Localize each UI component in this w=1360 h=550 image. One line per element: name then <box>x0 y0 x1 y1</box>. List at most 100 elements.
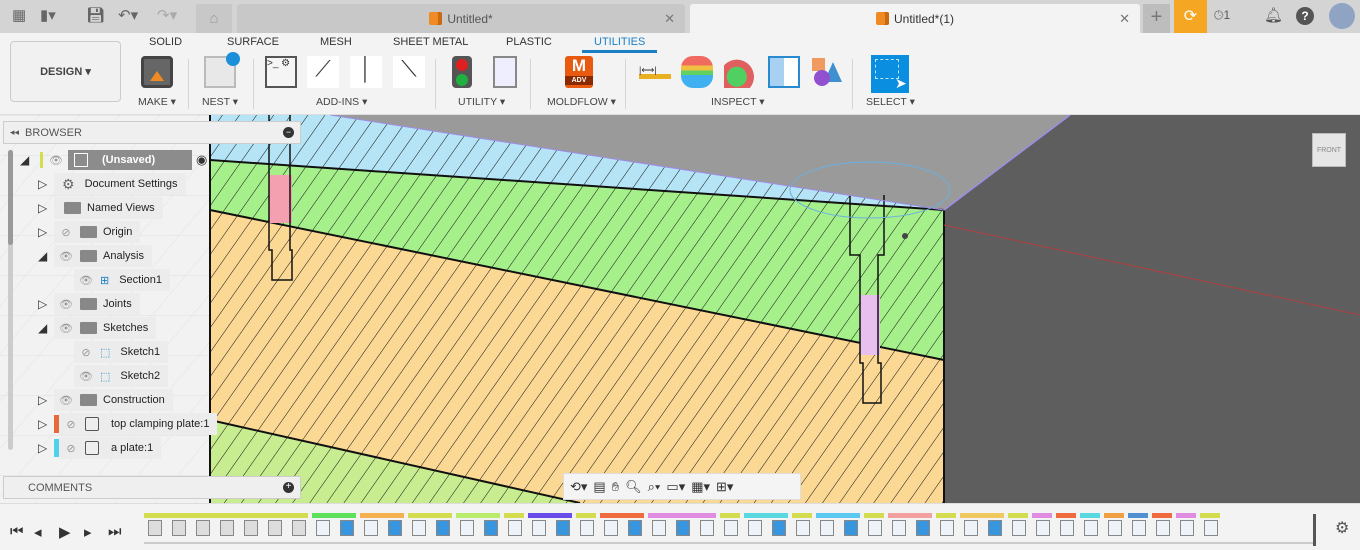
file-menu-icon[interactable]: ▮▾ <box>40 6 56 26</box>
extrude-feature-icon[interactable] <box>388 520 402 536</box>
close-tab-icon[interactable]: ✕ <box>1119 11 1130 27</box>
tab-plastic[interactable]: PLASTIC <box>506 36 552 48</box>
extrude-feature-icon[interactable] <box>916 520 930 536</box>
browser-item[interactable]: 👁︎ ⊞ Section1 <box>74 269 171 291</box>
sketch-feature-icon[interactable] <box>604 520 618 536</box>
expanded-icon[interactable]: ◢ <box>20 153 40 167</box>
timeline-group-bar[interactable] <box>528 513 572 518</box>
select-icon[interactable]: ➤ <box>871 55 909 93</box>
browser-item[interactable]: ▷ 👁︎ Construction <box>38 389 173 411</box>
extrude-feature-icon[interactable] <box>340 520 354 536</box>
document-tab-1[interactable]: Untitled* ✕ <box>237 4 685 33</box>
utility-group-label[interactable]: UTILITY ▾ <box>458 96 505 108</box>
measure-icon[interactable]: |⟷| <box>639 65 671 79</box>
browser-item[interactable]: ⊘ ⬚ Sketch1 <box>74 341 169 363</box>
plane-feature-icon[interactable] <box>292 520 306 536</box>
timeline-group-bar[interactable] <box>504 513 524 518</box>
undo-icon[interactable]: ↶▾ <box>118 6 138 26</box>
extrude-feature-icon[interactable] <box>628 520 642 536</box>
step-back-icon[interactable]: ◂ <box>34 523 42 541</box>
extrude-feature-icon[interactable] <box>772 520 786 536</box>
plane-feature-icon[interactable] <box>148 520 162 536</box>
expand-toggle-icon[interactable]: ▷ <box>38 417 54 431</box>
eye-icon[interactable]: 👁︎ <box>48 154 64 167</box>
eye-icon[interactable]: 👁︎ <box>78 274 94 287</box>
sketch-feature-icon[interactable] <box>700 520 714 536</box>
sketch-feature-icon[interactable] <box>1180 520 1194 536</box>
zebra-analysis-icon[interactable] <box>681 56 713 88</box>
traffic-light-icon[interactable] <box>452 56 472 88</box>
browser-item[interactable]: ▷ 👁︎ Joints <box>38 293 140 315</box>
sketch-feature-icon[interactable] <box>1084 520 1098 536</box>
pan-icon[interactable]: ✋︎ <box>612 479 619 495</box>
timeline-group-bar[interactable] <box>816 513 860 518</box>
timeline-group-bar[interactable] <box>936 513 956 518</box>
addins-group-label[interactable]: ADD-INS ▾ <box>316 96 367 108</box>
sketch-feature-icon[interactable] <box>748 520 762 536</box>
browser-item[interactable]: ▷ ⚙ Document Settings <box>38 173 186 195</box>
go-to-end-icon[interactable]: ⏭︎ <box>108 523 122 540</box>
eye-icon[interactable]: 👁︎ <box>58 322 74 335</box>
sketch-feature-icon[interactable] <box>364 520 378 536</box>
sketch-feature-icon[interactable] <box>820 520 834 536</box>
document-tab-2[interactable]: Untitled*(1) ✕ <box>690 4 1140 33</box>
timeline-group-bar[interactable] <box>888 513 932 518</box>
expand-toggle-icon[interactable]: ▷ <box>38 177 54 191</box>
timeline-settings-icon[interactable]: ⚙ <box>1335 518 1349 538</box>
3d-viewport[interactable]: FRONT <box>0 115 1360 503</box>
timeline-group-bar[interactable] <box>1200 513 1220 518</box>
help-icon[interactable]: ? <box>1296 7 1314 25</box>
scripts-addins-icon[interactable]: >_ ⚙ <box>265 56 297 88</box>
timeline-group-bar[interactable] <box>1080 513 1100 518</box>
step-forward-icon[interactable]: ▸ <box>84 523 92 541</box>
minimize-browser-icon[interactable]: − <box>283 127 294 138</box>
component-color-icon[interactable] <box>810 56 842 88</box>
browser-item[interactable]: ◢ 👁︎ Analysis <box>38 245 152 267</box>
extrude-feature-icon[interactable] <box>844 520 858 536</box>
sketch-feature-icon[interactable] <box>460 520 474 536</box>
job-status-button[interactable]: 🕓︎1 <box>1214 8 1230 23</box>
expand-toggle-icon[interactable]: ▷ <box>38 441 54 455</box>
timeline-marker[interactable] <box>1313 514 1316 546</box>
expand-toggle-icon[interactable]: ▷ <box>38 225 54 239</box>
browser-scrollbar[interactable] <box>8 150 13 450</box>
add-comment-icon[interactable]: + <box>283 482 294 493</box>
avatar[interactable] <box>1329 3 1355 29</box>
3d-print-icon[interactable] <box>141 56 173 88</box>
expand-toggle-icon[interactable]: ▷ <box>38 297 54 311</box>
tab-solid[interactable]: SOLID <box>149 36 182 48</box>
eye-hidden-icon[interactable]: ⊘ <box>63 442 79 455</box>
activate-radio-icon[interactable]: ◉ <box>196 152 207 168</box>
extrude-feature-icon[interactable] <box>556 520 570 536</box>
go-to-start-icon[interactable]: ⏮︎ <box>10 523 24 540</box>
sketch-feature-icon[interactable] <box>1204 520 1218 536</box>
look-at-icon[interactable]: ▤ <box>593 479 605 495</box>
new-tab-button[interactable]: + <box>1143 4 1170 33</box>
timeline-group-bar[interactable] <box>1176 513 1196 518</box>
display-settings-icon[interactable]: ▭▾ <box>666 479 685 495</box>
browser-item[interactable]: ▷ Named Views <box>38 197 163 219</box>
plane-feature-icon[interactable] <box>268 520 282 536</box>
workspace-switcher[interactable]: DESIGN ▾ <box>10 41 121 102</box>
moldflow-group-label[interactable]: MOLDFLOW ▾ <box>547 96 616 108</box>
bolt-icon[interactable]: ⟋ <box>307 56 339 88</box>
timeline-group-bar[interactable] <box>408 513 452 518</box>
section-analysis-icon[interactable] <box>768 56 800 88</box>
extrude-feature-icon[interactable] <box>676 520 690 536</box>
sketch-feature-icon[interactable] <box>724 520 738 536</box>
nest-group-label[interactable]: NEST ▾ <box>202 96 238 108</box>
timeline-group-bar[interactable] <box>312 513 356 518</box>
timeline-group-bar[interactable] <box>576 513 596 518</box>
expand-toggle-icon[interactable]: ◢ <box>38 321 54 335</box>
sketch-feature-icon[interactable] <box>652 520 666 536</box>
extensions-icon[interactable]: ⟳ <box>1174 0 1207 33</box>
timeline-group-bar[interactable] <box>456 513 500 518</box>
select-group-label[interactable]: SELECT ▾ <box>866 96 915 108</box>
screw-icon[interactable]: │ <box>350 56 382 88</box>
fit-icon[interactable]: ⌕▾ <box>648 479 661 495</box>
eye-hidden-icon[interactable]: ⊘ <box>58 226 74 239</box>
sketch-feature-icon[interactable] <box>580 520 594 536</box>
timeline-group-bar[interactable] <box>1008 513 1028 518</box>
timeline-group-bar[interactable] <box>1128 513 1148 518</box>
app-grid-icon[interactable]: ▦ <box>12 6 26 26</box>
